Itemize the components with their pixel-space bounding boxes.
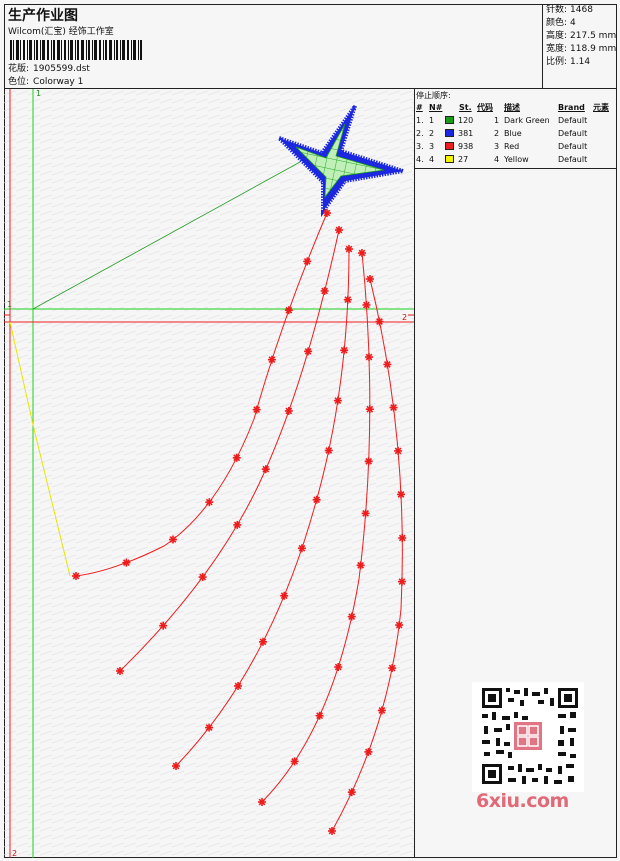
design-label: 花版: (8, 64, 30, 74)
table-row: 3. 3 938 3 Red Default (416, 142, 588, 151)
stitch-star (366, 275, 374, 283)
stitch-star (356, 561, 365, 570)
table-row: 4. 4 27 4 Yellow Default (416, 155, 588, 164)
stitch-star (361, 509, 370, 518)
stitch-star (396, 490, 405, 499)
stitch-star (323, 209, 331, 217)
stitch-star (388, 664, 397, 673)
design-filename: 1905599.dst (33, 64, 90, 74)
stat-stitches: 针数: 1468 (546, 5, 593, 15)
stitch-star (397, 577, 406, 586)
stitch-star (261, 465, 270, 474)
stitch-star (232, 453, 241, 462)
stitch-star (168, 535, 177, 544)
stitch-star (159, 621, 168, 630)
stitch-star (258, 637, 267, 646)
stitch-star (122, 558, 131, 567)
stop-sequence-title: 停止顺序: (416, 91, 451, 100)
table-row: 2. 2 381 2 Blue Default (416, 129, 588, 138)
stat-scale: 比例: 1.14 (546, 57, 591, 67)
stitch-star (234, 681, 243, 690)
stitch-star (233, 520, 242, 529)
guide-label-red-bottom: 2 (12, 849, 17, 858)
stat-width: 宽度: 118.9 mm (546, 44, 617, 54)
watermark-brand: 6xiu.com (476, 790, 569, 812)
design-stats: 针数: 1468 颜色: 4 高度: 217.5 mm 宽度: 118.9 mm 比例:… (542, 4, 617, 89)
stitch-star (394, 446, 403, 455)
stitch-star (395, 621, 404, 630)
stitch-star (358, 249, 366, 257)
stitch-star (333, 396, 342, 405)
colorway-label: 色位: (8, 77, 30, 87)
stitch-star (343, 295, 352, 304)
stitch-star (398, 533, 407, 542)
stitch-star (72, 572, 80, 580)
stitch-star (172, 762, 180, 770)
stitch-star (365, 405, 374, 414)
table-header: # N# St. 代码 描述 Brand 元素 (416, 103, 609, 112)
stitch-star (252, 405, 261, 414)
stitch-star (364, 747, 373, 756)
color-swatch (445, 116, 454, 124)
colorway-line: 色位: Colorway 1 (8, 74, 87, 87)
stitch-star (116, 667, 124, 675)
stitch-star (205, 723, 214, 732)
stitch-star (324, 446, 333, 455)
stitch-star (315, 711, 324, 720)
stitch-star (198, 573, 207, 582)
stitch-star (347, 788, 356, 797)
software-subtitle: Wilcom(汇宝) 经饰工作室 (8, 27, 114, 37)
color-swatch (445, 155, 454, 163)
stitch-star (389, 403, 398, 412)
stitch-star (320, 286, 329, 295)
design-canvas: 1 1 2 2 (4, 89, 414, 858)
color-swatch (445, 129, 454, 137)
stitch-star (377, 706, 386, 715)
stitch-star (267, 355, 276, 364)
page-title: 生产作业图 (8, 8, 78, 24)
stitch-star (280, 591, 289, 600)
guide-label-green-top: 1 (36, 89, 41, 98)
stat-height: 高度: 217.5 mm (546, 31, 617, 41)
stitch-star (383, 360, 392, 369)
stitch-star (284, 406, 293, 415)
stitch-star (340, 346, 349, 355)
stitch-star (365, 353, 374, 362)
table-row: 1. 1 120 1 Dark Green Default (416, 116, 588, 125)
guide-label-red-right: 2 (402, 313, 407, 322)
stitch-star (205, 498, 214, 507)
design-line: 花版: 1905599.dst (8, 61, 94, 74)
fabric-texture (4, 89, 414, 858)
stitch-star (297, 544, 306, 553)
qr-code-icon (472, 682, 584, 792)
guide-label-green-left: 1 (7, 300, 12, 309)
stitch-star (335, 226, 343, 234)
stat-colors: 颜色: 4 (546, 18, 576, 28)
stitch-star (290, 757, 299, 766)
stitch-star (258, 798, 266, 806)
header: 生产作业图 Wilcom(汇宝) 经饰工作室 花版: 1905599.dst 色… (4, 4, 617, 89)
stitch-star (345, 245, 353, 253)
barcode-icon (10, 40, 142, 60)
stitch-star (334, 663, 343, 672)
stitch-star (328, 827, 336, 835)
stitch-star (362, 300, 371, 309)
stitch-star (284, 306, 293, 315)
colorway-value: Colorway 1 (33, 77, 84, 87)
stitch-star (304, 347, 313, 356)
stitch-star (347, 612, 356, 621)
stitch-star (375, 317, 384, 326)
color-swatch (445, 142, 454, 150)
stitch-star (303, 257, 312, 266)
stitch-star (312, 495, 321, 504)
color-sequence-table: # N# St. 代码 描述 Brand 元素 1. 1 120 1 Dark … (415, 101, 617, 169)
stitch-star (364, 457, 373, 466)
